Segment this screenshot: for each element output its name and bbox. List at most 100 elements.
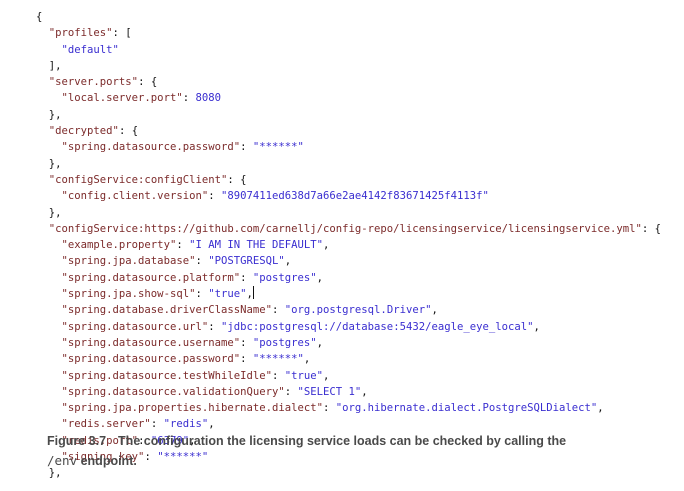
code-punct: : {: [227, 173, 247, 186]
json-key: "server.ports": [48, 76, 139, 89]
json-value: "redis": [163, 418, 209, 431]
code-punct: : {: [118, 125, 139, 138]
json-value: "postgres": [252, 271, 317, 284]
code-punct: :: [272, 304, 285, 317]
json-key: "spring.datasource.password": [61, 141, 241, 154]
code-punct: :: [284, 385, 298, 398]
code-punct: :: [323, 402, 336, 415]
code-line: "spring.datasource.validationQuery": "SE…: [36, 384, 661, 400]
json-value: "true": [284, 369, 324, 382]
json-value: "******": [252, 141, 304, 154]
code-punct: ,: [533, 320, 540, 333]
json-key: "spring.datasource.platform": [61, 271, 241, 284]
code-punct: :: [195, 255, 209, 268]
code-punct: },: [48, 157, 62, 170]
code-punct: : [: [112, 27, 132, 40]
code-line: "spring.database.driverClassName": "org.…: [36, 302, 661, 318]
code-punct: },: [48, 108, 62, 121]
code-punct: :: [240, 336, 253, 349]
code-line: "default": [36, 42, 661, 58]
json-key: "spring.datasource.url": [61, 320, 209, 333]
code-punct: ,: [303, 353, 311, 366]
json-value: "org.postgresql.Driver": [284, 304, 432, 317]
code-line: "config.client.version": "8907411ed638d7…: [36, 188, 661, 204]
code-line: "server.ports": {: [36, 74, 661, 90]
code-punct: ,: [284, 255, 292, 268]
code-punct: :: [240, 353, 253, 366]
text-cursor: [252, 286, 254, 300]
code-punct: :: [240, 271, 253, 284]
code-line: "example.property": "I AM IN THE DEFAULT…: [36, 237, 661, 253]
json-key: "spring.datasource.password": [61, 353, 241, 366]
code-line: "redis.server": "redis",: [36, 416, 661, 432]
code-line: },: [36, 156, 661, 172]
json-code-block: { "profiles": [ "default" ], "server.por…: [36, 9, 661, 482]
code-line: {: [36, 9, 661, 25]
figure-caption: Figure 3.7 The configuration the licensin…: [47, 432, 647, 471]
json-key: "spring.jpa.database": [61, 255, 196, 268]
json-key: "spring.datasource.testWhileIdle": [61, 369, 272, 382]
code-punct: ,: [323, 239, 330, 252]
code-punct: ],: [48, 59, 62, 72]
code-punct: ,: [431, 304, 438, 317]
code-punct: :: [272, 369, 285, 382]
code-punct: :: [150, 418, 164, 431]
code-punct: :: [195, 288, 209, 301]
json-key: "spring.jpa.show-sql": [61, 288, 196, 301]
json-value: "8907411ed638d7a66e2ae4142f83671425f4113…: [220, 190, 489, 203]
code-punct: ,: [323, 369, 330, 382]
code-line: "local.server.port": 8080: [36, 90, 661, 106]
code-line: "spring.jpa.show-sql": "true",: [36, 286, 661, 302]
json-value: "true": [208, 288, 247, 301]
json-value: "default": [61, 43, 119, 56]
code-line: "configService:https://github.com/carnel…: [36, 221, 661, 237]
code-line: "spring.datasource.username": "postgres"…: [36, 335, 661, 351]
json-key: "config.client.version": [61, 190, 209, 203]
code-punct: ,: [316, 271, 324, 284]
code-punct: ,: [316, 336, 324, 349]
code-punct: ,: [208, 418, 215, 431]
json-key: "spring.datasource.validationQuery": [61, 385, 285, 398]
code-line: "spring.datasource.testWhileIdle": "true…: [36, 368, 661, 384]
caption-code: /env: [47, 453, 78, 468]
code-line: "spring.datasource.password": "******",: [36, 351, 661, 367]
code-punct: ,: [361, 385, 368, 398]
code-punct: :: [240, 141, 253, 154]
code-punct: ,: [597, 402, 604, 415]
json-value: "jdbc:postgresql://database:5432/eagle_e…: [220, 320, 534, 333]
json-value: "postgres": [252, 336, 317, 349]
code-punct: : {: [641, 222, 662, 235]
code-punct: },: [48, 206, 62, 219]
code-line: },: [36, 107, 661, 123]
figure-label: Figure 3.7: [47, 434, 107, 448]
code-line: "decrypted": {: [36, 123, 661, 139]
code-line: ],: [36, 58, 661, 74]
code-line: "spring.datasource.password": "******": [36, 139, 661, 155]
json-key: "decrypted": [48, 125, 119, 138]
code-punct: :: [208, 190, 221, 203]
code-line: "profiles": [: [36, 25, 661, 41]
json-key: "configService:https://github.com/carnel…: [48, 222, 642, 235]
json-key: "redis.server": [61, 418, 151, 431]
json-key: "configService:configClient": [48, 173, 228, 186]
code-punct: {: [36, 11, 43, 23]
json-key: "profiles": [48, 27, 113, 40]
json-key: "spring.datasource.username": [61, 336, 241, 349]
json-value: "I AM IN THE DEFAULT": [189, 239, 324, 252]
json-value: "SELECT 1": [297, 385, 362, 398]
caption-text-end: endpoint.: [80, 454, 137, 468]
json-value: "******": [252, 353, 304, 366]
code-punct: :: [182, 92, 196, 105]
json-key: "spring.jpa.properties.hibernate.dialect…: [61, 402, 324, 415]
code-line: "spring.datasource.url": "jdbc:postgresq…: [36, 319, 661, 335]
json-value: "org.hibernate.dialect.PostgreSQLDialect…: [335, 402, 598, 415]
code-line: "spring.jpa.database": "POSTGRESQL",: [36, 253, 661, 269]
code-line: "spring.datasource.platform": "postgres"…: [36, 270, 661, 286]
code-line: "spring.jpa.properties.hibernate.dialect…: [36, 400, 661, 416]
code-punct: :: [176, 239, 190, 252]
code-punct: :: [208, 320, 221, 333]
json-key: "local.server.port": [61, 92, 183, 105]
code-line: },: [36, 205, 661, 221]
json-value: 8080: [195, 92, 221, 105]
json-key: "example.property": [61, 239, 177, 252]
